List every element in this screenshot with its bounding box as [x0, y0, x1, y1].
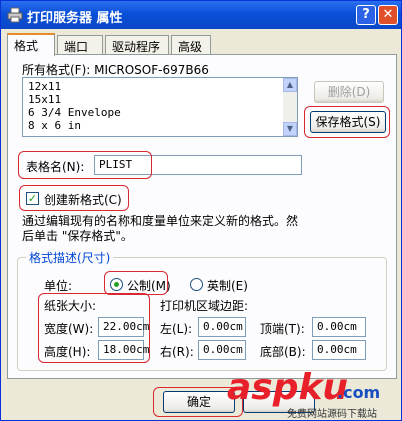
save-form-button[interactable]: 保存格式(S) [310, 111, 386, 133]
properties-window: 打印服务器 属性 ? ✕ 格式 端口 驱动程序 高级 所有格式(F): MICR… [0, 0, 402, 421]
create-new-label[interactable]: 创建新格式(C) [44, 191, 122, 208]
tab-advanced[interactable]: 高级 [171, 35, 211, 55]
title-bar[interactable]: 打印服务器 属性 ? ✕ [1, 1, 401, 29]
delete-button[interactable]: 删除(D) [314, 81, 384, 103]
bottom-margin-input[interactable]: 0.00cm [312, 340, 366, 360]
ok-button[interactable]: 确定 [163, 391, 235, 413]
help-button[interactable]: ? [356, 5, 376, 25]
unit-label: 单位: [44, 279, 73, 293]
create-new-checkbox[interactable]: ✓ [26, 192, 39, 205]
left-margin-label: 左(L): [160, 322, 193, 336]
printer-icon [7, 7, 23, 23]
top-margin-label: 顶端(T): [260, 322, 305, 336]
close-button[interactable]: ✕ [378, 5, 398, 25]
height-label: 高度(H): [44, 345, 91, 359]
forms-panel: 所有格式(F): MICROSOF-697B66 12x11 15x11 6 3… [7, 54, 397, 379]
list-item[interactable]: 6 3/4 Envelope [28, 106, 121, 119]
form-name-input[interactable]: PLIST [94, 155, 302, 175]
forms-list[interactable]: 12x11 15x11 6 3/4 Envelope 8 x 6 in ▲ ▼ [22, 77, 298, 137]
watermark-suffix: .com [337, 383, 381, 402]
top-margin-input[interactable]: 0.00cm [312, 317, 366, 337]
list-item[interactable]: 15x11 [28, 93, 61, 106]
list-item[interactable]: 12x11 [28, 80, 61, 93]
watermark-brand: aspku [227, 367, 349, 408]
watermark-tagline: 免费网站源码下载站 [287, 409, 377, 420]
list-item[interactable]: 8 x 6 in [28, 119, 81, 132]
english-label[interactable]: 英制(E) [207, 277, 248, 294]
bottom-margin-label: 底部(B): [260, 345, 306, 359]
metric-label[interactable]: 公制(M) [127, 277, 171, 294]
left-margin-input[interactable]: 0.00cm [198, 317, 246, 337]
right-margin-input[interactable]: 0.00cm [198, 340, 246, 360]
all-forms-label: 所有格式(F): MICROSOF-697B66 [22, 63, 209, 77]
list-scrollbar[interactable]: ▲ ▼ [283, 78, 297, 136]
scroll-down-icon[interactable]: ▼ [283, 122, 297, 136]
paper-size-label: 纸张大小: [44, 299, 97, 313]
instructions-line2: 后单击 "保存格式"。 [22, 229, 133, 243]
printer-margins-label: 打印机区域边距: [160, 299, 249, 313]
metric-radio[interactable] [110, 278, 123, 291]
form-name-label: 表格名(N): [26, 160, 85, 174]
height-input[interactable]: 18.00cm [98, 340, 149, 360]
english-radio[interactable] [190, 278, 203, 291]
width-label: 宽度(W): [44, 322, 94, 336]
tab-forms[interactable]: 格式 [7, 33, 55, 56]
tab-drivers[interactable]: 驱动程序 [105, 35, 169, 55]
form-description-legend: 格式描述(尺寸) [26, 249, 114, 266]
scroll-up-icon[interactable]: ▲ [283, 78, 297, 92]
right-margin-label: 右(R): [160, 345, 194, 359]
tab-ports[interactable]: 端口 [57, 35, 103, 55]
window-title: 打印服务器 属性 [27, 11, 123, 26]
width-input[interactable]: 22.00cm [98, 317, 149, 337]
